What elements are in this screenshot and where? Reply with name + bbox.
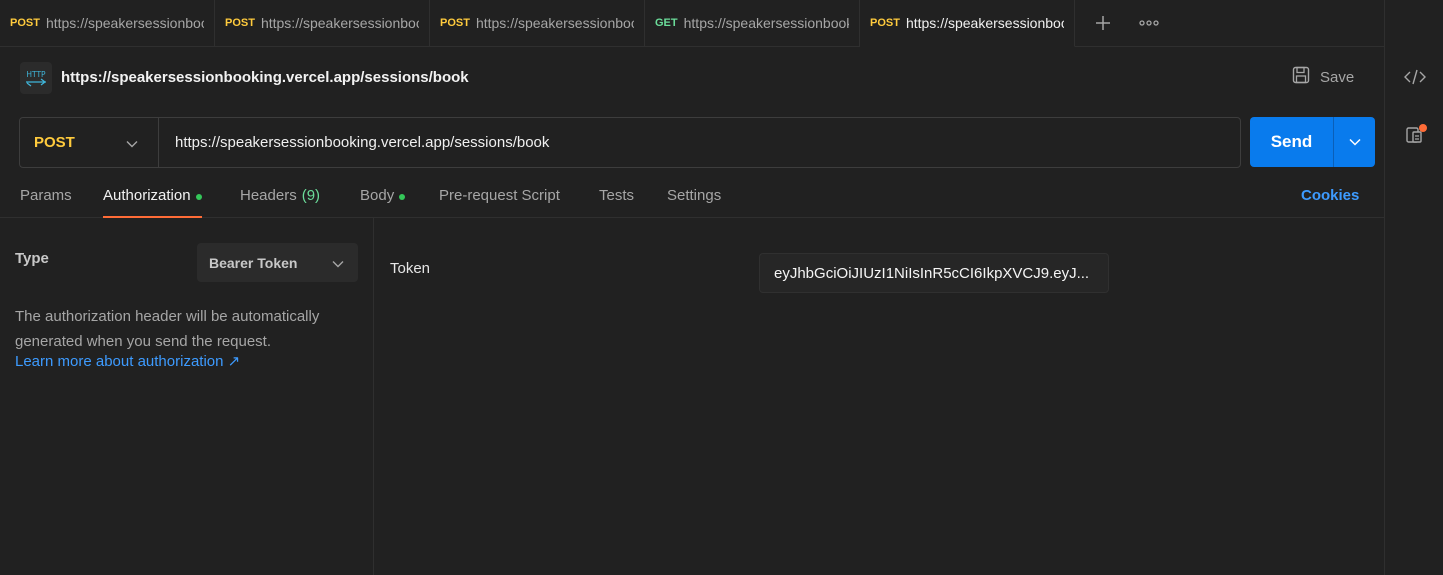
tab-label: Headers	[240, 187, 297, 204]
http-request-icon: HTTP	[20, 62, 52, 94]
http-badge-label: HTTP	[26, 70, 46, 79]
tab-label: Tests	[599, 187, 635, 204]
tab-url: https://speakersessionbooking.vercel.app…	[260, 15, 419, 31]
request-section-tabs: Params Authorization Headers (9) Body Pr…	[0, 177, 1384, 218]
tab-label: Body	[360, 187, 395, 204]
auth-config-panel: Token eyJhbGciOiJIUzI1NiIsInR5cCI6IkpXVC…	[375, 218, 1384, 575]
request-tab[interactable]: POST https://speakersessionbooking.verce…	[430, 0, 645, 46]
tab-label: Pre-request Script	[439, 187, 560, 204]
tab-pre-request-script[interactable]: Pre-request Script	[439, 187, 560, 218]
request-tab[interactable]: POST https://speakersessionbooking.verce…	[0, 0, 215, 46]
url-bar: POST	[19, 117, 1241, 168]
status-dot	[399, 194, 406, 200]
tab-method: POST	[225, 17, 255, 29]
tab-params[interactable]: Params	[20, 187, 72, 218]
url-input[interactable]	[159, 118, 1240, 167]
token-label: Token	[390, 260, 431, 277]
tab-url: https://speakersessionbooking.vercel.app…	[905, 15, 1064, 31]
request-tab[interactable]: GET https://speakersessionbooking.vercel…	[645, 0, 860, 46]
tab-tests[interactable]: Tests	[599, 187, 634, 218]
notification-dot	[1419, 124, 1427, 132]
tab-label: Settings	[667, 187, 722, 204]
new-tab-plus-icon[interactable]	[1091, 11, 1115, 35]
chevron-down-icon	[126, 135, 138, 151]
tab-body[interactable]: Body	[360, 187, 406, 218]
chevron-down-icon	[332, 255, 344, 271]
tab-method: POST	[870, 17, 900, 29]
save-icon	[1292, 66, 1310, 88]
tab-method: POST	[10, 17, 40, 29]
method-value: POST	[34, 134, 75, 151]
tab-url: https://speakersessionbooking.vercel.app…	[45, 15, 204, 31]
send-button-group: Send	[1250, 117, 1375, 167]
request-tab-active[interactable]: POST https://speakersessionbooking.verce…	[860, 0, 1075, 47]
auth-type-panel: Type Bearer Token The authorization head…	[0, 218, 374, 575]
status-dot	[195, 194, 202, 200]
more-options-icon[interactable]	[1137, 11, 1161, 35]
request-header: HTTP https://speakersessionbooking.verce…	[0, 48, 1384, 108]
request-tab[interactable]: POST https://speakersessionbooking.verce…	[215, 0, 430, 46]
learn-more-link[interactable]: Learn more about authorization ↗	[15, 352, 240, 370]
tab-method: POST	[440, 17, 470, 29]
tab-url: https://speakersessionbooking.vercel.app…	[683, 15, 849, 31]
auth-type-label: Type	[15, 250, 49, 267]
tab-actions	[1075, 0, 1161, 46]
cookies-link[interactable]: Cookies	[1301, 187, 1359, 204]
save-button[interactable]: Save	[1292, 66, 1354, 88]
right-sidebar	[1384, 0, 1443, 575]
tab-label: Params	[20, 187, 72, 204]
tab-method: GET	[655, 17, 678, 29]
token-input[interactable]: eyJhbGciOiJIUzI1NiIsInR5cCI6IkpXVCJ9.eyJ…	[759, 253, 1109, 293]
save-label: Save	[1320, 68, 1355, 86]
method-dropdown[interactable]: POST	[20, 118, 159, 167]
tab-url: https://speakersessionbooking.vercel.app…	[475, 15, 634, 31]
documentation-icon[interactable]	[1402, 122, 1428, 148]
headers-count: (9)	[301, 187, 321, 204]
code-snippet-icon[interactable]	[1402, 64, 1428, 90]
request-tab-bar: POST https://speakersessionbooking.verce…	[0, 0, 1384, 47]
auth-type-value: Bearer Token	[209, 254, 298, 271]
send-options-chevron-icon[interactable]	[1333, 117, 1375, 167]
tab-headers[interactable]: Headers (9)	[240, 187, 320, 218]
tab-authorization[interactable]: Authorization	[103, 187, 202, 218]
tab-settings[interactable]: Settings	[667, 187, 721, 218]
send-button[interactable]: Send	[1250, 117, 1333, 167]
auth-type-dropdown[interactable]: Bearer Token	[197, 243, 358, 282]
request-title[interactable]: https://speakersessionbooking.vercel.app…	[61, 69, 469, 86]
tab-label: Authorization	[103, 187, 191, 204]
auth-description: The authorization header will be automat…	[15, 308, 320, 350]
token-value: eyJhbGciOiJIUzI1NiIsInR5cCI6IkpXVCJ9.eyJ…	[774, 264, 1090, 282]
